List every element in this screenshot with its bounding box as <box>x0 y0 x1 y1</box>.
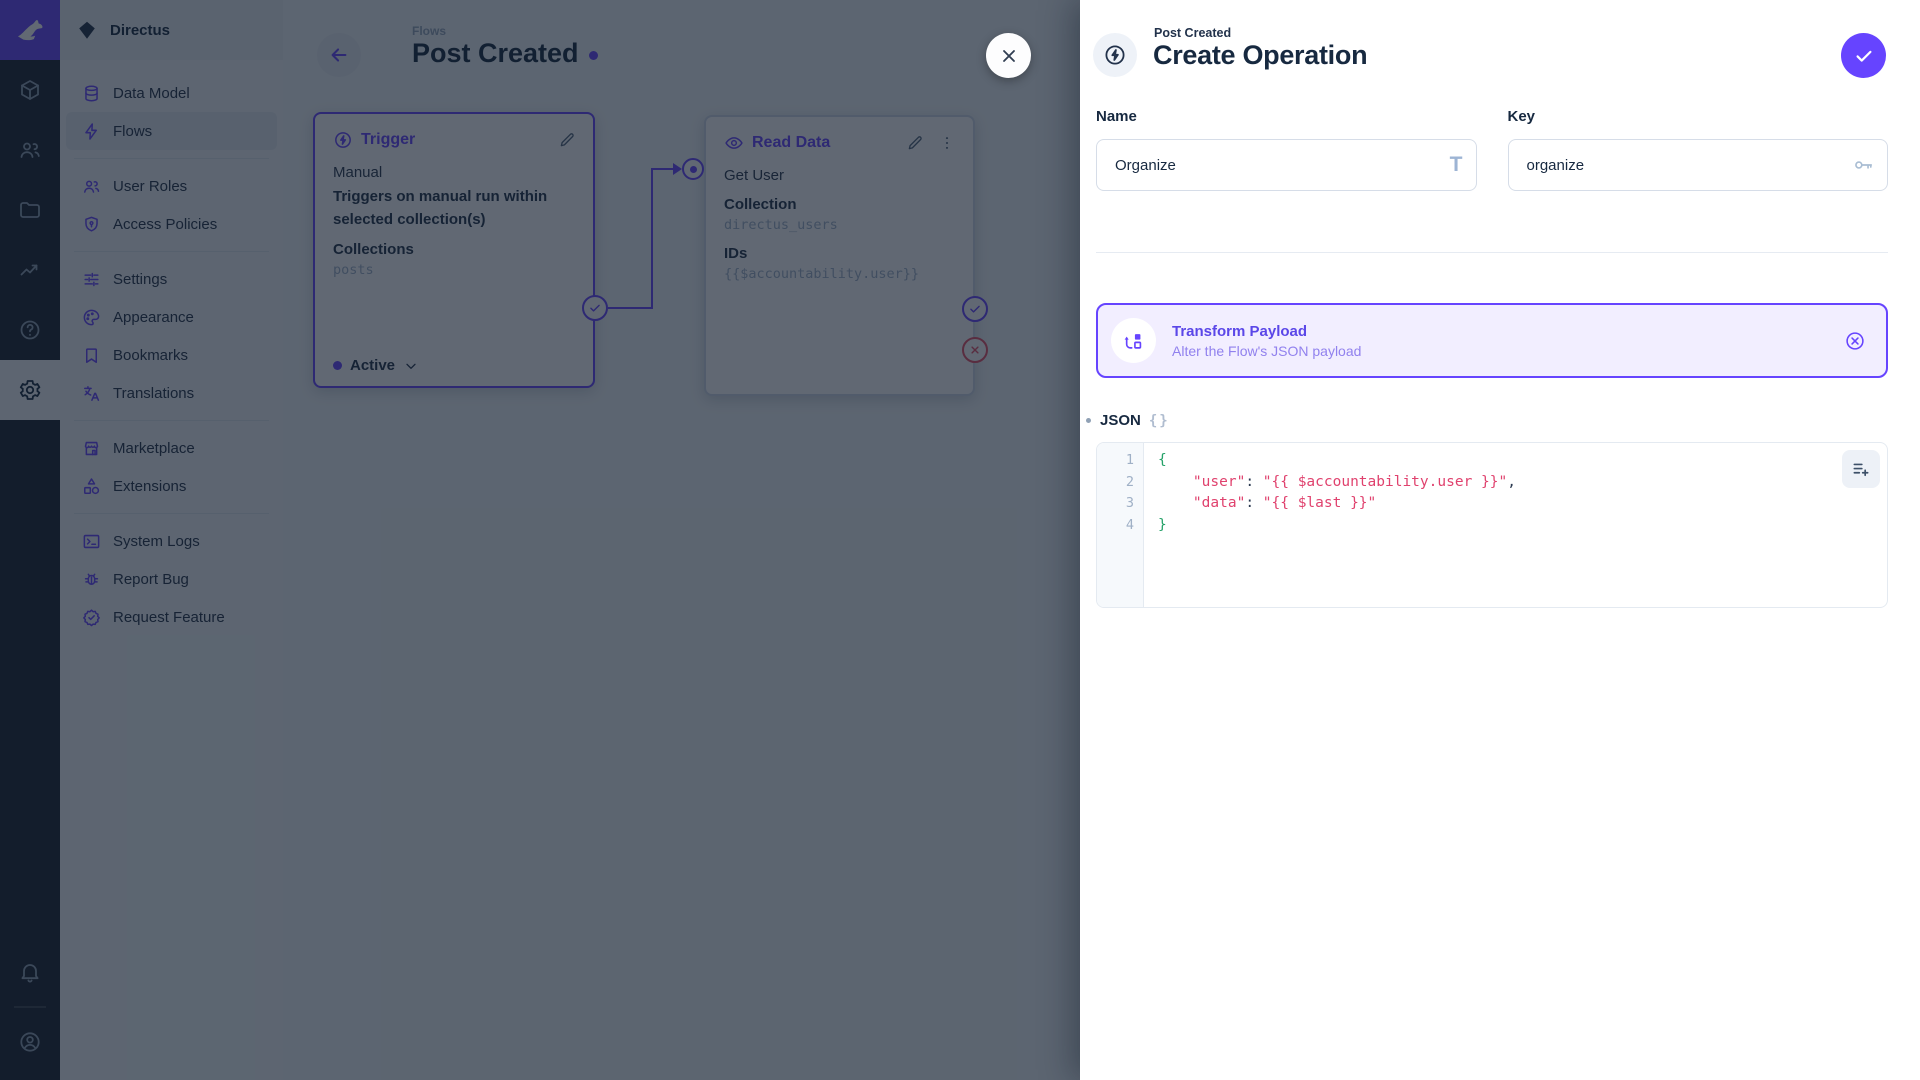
key-label: Key <box>1507 108 1536 125</box>
circle-x-icon <box>1846 331 1864 350</box>
name-input[interactable] <box>1096 139 1477 191</box>
close-icon <box>1002 49 1015 62</box>
operation-type-title: Transform Payload <box>1172 322 1308 340</box>
key-icon <box>1852 139 1874 191</box>
drawer-title: Create Operation <box>1153 40 1368 70</box>
code-braces-icon: {} <box>1148 412 1170 429</box>
expand-editor-button[interactable] <box>1842 450 1880 488</box>
drawer-breadcrumb[interactable]: Post Created <box>1154 26 1231 40</box>
save-button[interactable] <box>1841 33 1886 78</box>
code-line: } <box>1158 516 1167 533</box>
close-drawer-button[interactable] <box>986 33 1031 78</box>
drawer-header: Post Created Create Operation <box>1080 0 1920 110</box>
json-field-header: JSON {} <box>1086 412 1170 429</box>
key-input[interactable] <box>1507 139 1888 191</box>
check-icon <box>1855 50 1872 62</box>
operation-type-text: Transform Payload Alter the Flow's JSON … <box>1172 323 1826 359</box>
code-line: "user": "{{ $accountability.user }}", <box>1192 473 1516 490</box>
line-number: 3 <box>1125 495 1134 511</box>
deselect-operation-button[interactable] <box>1842 328 1868 354</box>
operation-type-card[interactable]: Transform Payload Alter the Flow's JSON … <box>1096 303 1888 378</box>
line-number: 4 <box>1125 516 1134 533</box>
line-number-gutter: 1 2 3 4 <box>1097 443 1144 607</box>
operation-header-icon-circle <box>1093 33 1137 77</box>
code-line: "data": "{{ $last }}" <box>1192 495 1377 511</box>
code-line: { <box>1158 452 1167 468</box>
code-area[interactable]: { "user": "{{ $accountability.user }}", … <box>1144 443 1887 607</box>
transform-icon-circle <box>1111 318 1156 363</box>
add-lines-icon <box>1853 463 1869 477</box>
drawer-divider <box>1096 252 1888 253</box>
line-number: 2 <box>1125 473 1134 490</box>
title-formatter-icon: T <box>1449 153 1463 176</box>
bolt-circle-icon <box>1105 45 1125 65</box>
field-row: Name T Key <box>1096 108 1888 191</box>
line-number: 1 <box>1125 452 1134 468</box>
name-field-group: Name T <box>1096 108 1477 191</box>
edited-dot <box>1086 418 1091 423</box>
name-label: Name <box>1096 108 1137 125</box>
create-operation-drawer: Post Created Create Operation Name T Key <box>1080 0 1920 1080</box>
drawer-scrim[interactable] <box>0 0 1080 1080</box>
transform-payload-icon <box>1124 333 1141 349</box>
json-label: JSON <box>1100 412 1141 429</box>
key-field-group: Key <box>1507 108 1888 191</box>
json-code-editor[interactable]: 1 2 3 4 { "user": "{{ $accountability.us… <box>1096 442 1888 608</box>
operation-type-subtitle: Alter the Flow's JSON payload <box>1172 342 1362 359</box>
